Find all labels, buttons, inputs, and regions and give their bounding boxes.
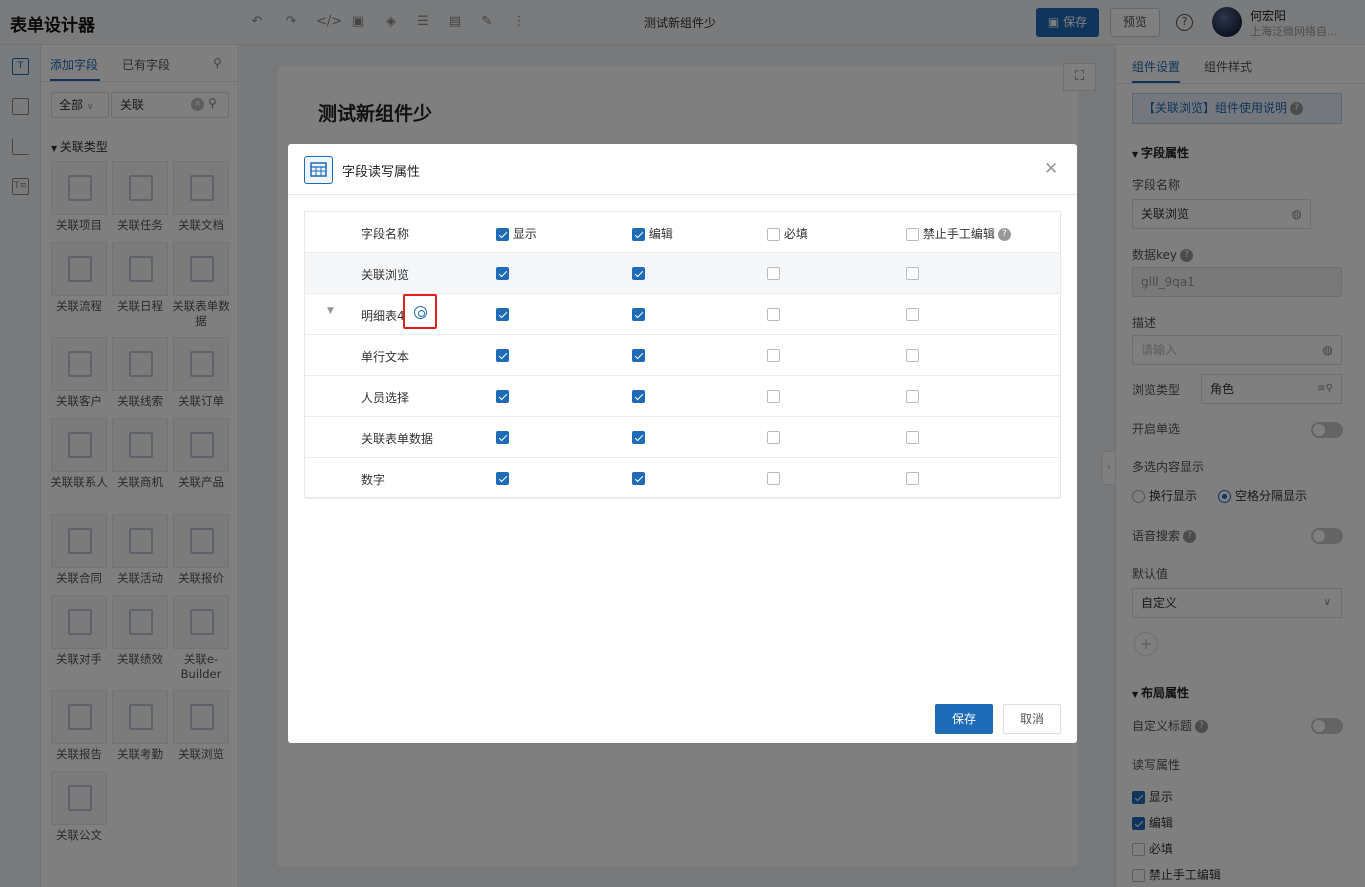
row-field-name: 数字 xyxy=(361,473,386,487)
no-manual-checkbox[interactable] xyxy=(906,349,919,362)
required-checkbox[interactable] xyxy=(767,431,780,444)
edit-checkbox[interactable] xyxy=(632,267,645,280)
checkbox-cell xyxy=(767,389,780,403)
required-checkbox[interactable] xyxy=(767,390,780,403)
table-icon xyxy=(304,156,333,184)
dialog-title: 字段读写属性 xyxy=(342,165,421,180)
edit-checkbox[interactable] xyxy=(632,390,645,403)
table-header-row: 字段名称 显示 编辑 必填 禁止手工编辑? xyxy=(305,212,1060,253)
row-field-name: 单行文本 xyxy=(361,350,410,364)
header-show-label: 显示 xyxy=(512,227,537,241)
table-row: 关联浏览 xyxy=(305,253,1060,294)
required-checkbox[interactable] xyxy=(767,308,780,321)
edit-checkbox[interactable] xyxy=(632,472,645,485)
rw-table: 字段名称 显示 编辑 必填 禁止手工编辑? 关联浏览 ▼ 明细表4 单行文本人员选择关… xyxy=(304,211,1061,499)
row-field-name: 关联表单数据 xyxy=(361,432,434,446)
dialog-cancel-button[interactable]: 取消 xyxy=(1003,704,1061,734)
header-no-manual-label: 禁止手工编辑 xyxy=(922,227,995,241)
checkbox-cell xyxy=(767,307,780,321)
checkbox-icon xyxy=(906,228,919,241)
checkbox-cell xyxy=(906,471,919,485)
edit-checkbox[interactable] xyxy=(632,308,645,321)
table-row: ▼ 明细表4 xyxy=(305,294,1060,335)
checkbox-cell xyxy=(767,471,780,485)
checkbox-cell xyxy=(496,307,509,321)
checkbox-checked-icon xyxy=(496,228,509,241)
required-checkbox[interactable] xyxy=(767,472,780,485)
edit-checkbox[interactable] xyxy=(632,349,645,362)
row-field-name: 关联浏览 xyxy=(361,268,410,282)
checkbox-cell xyxy=(496,389,509,403)
no-manual-checkbox[interactable] xyxy=(906,308,919,321)
checkbox-cell xyxy=(632,389,645,403)
table-row: 数字 xyxy=(305,458,1060,499)
header-field-name: 字段名称 xyxy=(361,227,410,241)
header-show[interactable]: 显示 xyxy=(496,225,537,242)
header-required[interactable]: 必填 xyxy=(767,225,808,242)
no-manual-checkbox[interactable] xyxy=(906,472,919,485)
help-icon: ? xyxy=(997,228,1011,241)
dialog-save-button[interactable]: 保存 xyxy=(935,704,993,734)
no-manual-checkbox[interactable] xyxy=(906,431,919,444)
checkbox-cell xyxy=(496,430,509,444)
close-icon[interactable]: ✕ xyxy=(1044,159,1058,179)
checkbox-cell xyxy=(906,348,919,362)
show-checkbox[interactable] xyxy=(496,308,509,321)
checkbox-cell xyxy=(496,266,509,280)
header-edit-label: 编辑 xyxy=(648,227,673,241)
checkbox-cell xyxy=(906,307,919,321)
checkbox-cell xyxy=(632,266,645,280)
checkbox-cell xyxy=(767,430,780,444)
required-checkbox[interactable] xyxy=(767,349,780,362)
checkbox-cell xyxy=(632,348,645,362)
checkbox-cell xyxy=(906,430,919,444)
required-checkbox[interactable] xyxy=(767,267,780,280)
table-row: 关联表单数据 xyxy=(305,417,1060,458)
row-field-name: 明细表4 xyxy=(361,309,405,323)
header-required-label: 必填 xyxy=(783,227,808,241)
table-row: 单行文本 xyxy=(305,335,1060,376)
show-checkbox[interactable] xyxy=(496,390,509,403)
show-checkbox[interactable] xyxy=(496,267,509,280)
divider xyxy=(288,194,1077,195)
no-manual-checkbox[interactable] xyxy=(906,390,919,403)
show-checkbox[interactable] xyxy=(496,349,509,362)
checkbox-cell xyxy=(496,348,509,362)
no-manual-checkbox[interactable] xyxy=(906,267,919,280)
field-rw-dialog: 字段读写属性 ✕ 字段名称 显示 编辑 必填 禁止手工编辑? 关联浏览 ▼ 明细表4… xyxy=(288,144,1077,743)
table-row: 人员选择 xyxy=(305,376,1060,417)
checkbox-checked-icon xyxy=(632,228,645,241)
header-no-manual[interactable]: 禁止手工编辑? xyxy=(906,225,1011,242)
checkbox-cell xyxy=(632,307,645,321)
checkbox-cell xyxy=(906,266,919,280)
checkbox-icon xyxy=(767,228,780,241)
checkbox-cell xyxy=(767,266,780,280)
checkbox-cell xyxy=(632,471,645,485)
show-checkbox[interactable] xyxy=(496,431,509,444)
edit-checkbox[interactable] xyxy=(632,431,645,444)
checkbox-cell xyxy=(632,430,645,444)
checkbox-cell xyxy=(767,348,780,362)
highlight-box xyxy=(403,294,437,329)
checkbox-cell xyxy=(496,471,509,485)
row-field-name: 人员选择 xyxy=(361,391,410,405)
checkbox-cell xyxy=(906,389,919,403)
expand-caret-icon[interactable]: ▼ xyxy=(327,306,334,316)
show-checkbox[interactable] xyxy=(496,472,509,485)
header-edit[interactable]: 编辑 xyxy=(632,225,673,242)
